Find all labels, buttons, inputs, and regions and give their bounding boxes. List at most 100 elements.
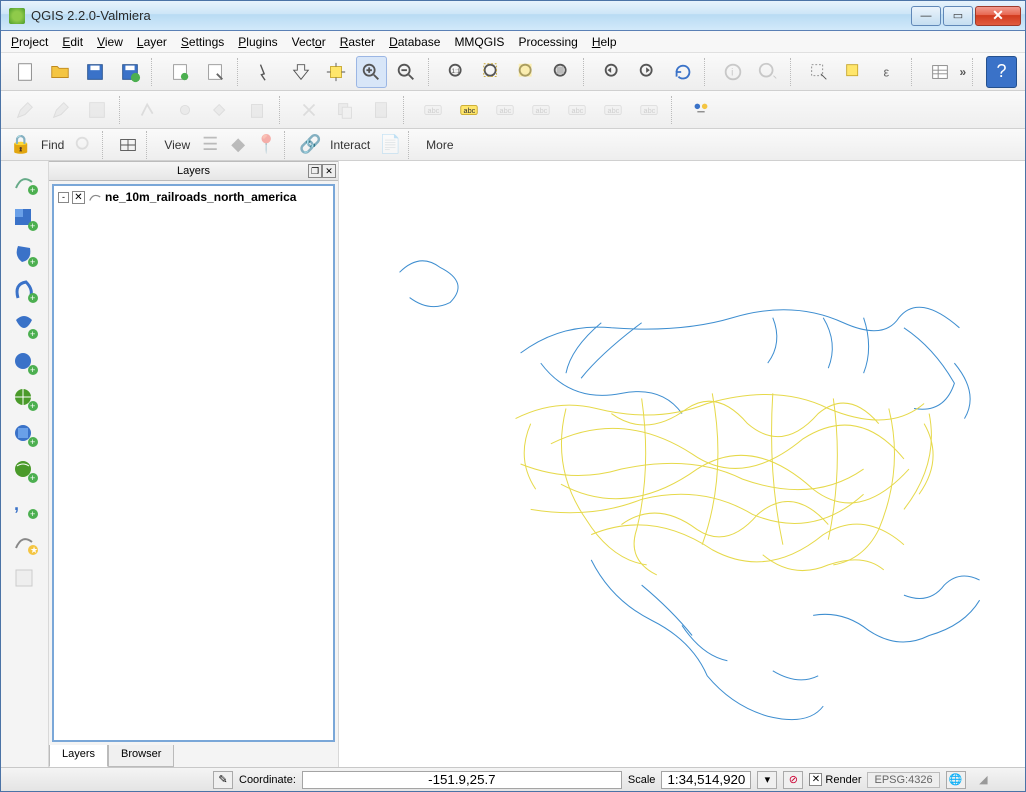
menu-raster[interactable]: Raster bbox=[340, 35, 375, 49]
find-zoom-button[interactable] bbox=[72, 133, 96, 157]
open-project-button[interactable] bbox=[44, 56, 75, 88]
add-wms-layer-button[interactable]: + bbox=[9, 383, 41, 415]
identify-tool[interactable]: i bbox=[718, 56, 749, 88]
label-3-button[interactable]: abc bbox=[525, 94, 557, 126]
maximize-button[interactable]: ▭ bbox=[943, 6, 973, 26]
label-4-button[interactable]: abc bbox=[561, 94, 593, 126]
menu-layer[interactable]: Layer bbox=[137, 35, 167, 49]
select-tool[interactable] bbox=[804, 56, 835, 88]
new-project-button[interactable] bbox=[9, 56, 40, 88]
label-5-button[interactable]: abc bbox=[597, 94, 629, 126]
layer-tree-item[interactable]: - ✕ ne_10m_railroads_north_america bbox=[58, 190, 329, 204]
link-icon[interactable]: 🔗 bbox=[298, 133, 322, 157]
tab-layers[interactable]: Layers bbox=[49, 745, 108, 767]
table-button[interactable] bbox=[116, 133, 140, 157]
add-vector-layer-button[interactable]: + bbox=[9, 167, 41, 199]
view-btn-3[interactable]: 📍 bbox=[254, 133, 278, 157]
pan-to-selection-tool[interactable] bbox=[321, 56, 352, 88]
crs-display[interactable]: EPSG:4326 bbox=[867, 772, 939, 788]
zoom-selection-tool[interactable] bbox=[511, 56, 542, 88]
current-edits-button[interactable] bbox=[45, 94, 77, 126]
edit-toggle-button[interactable] bbox=[9, 94, 41, 126]
tree-collapse-icon[interactable]: - bbox=[58, 192, 69, 203]
render-text: Render bbox=[825, 774, 861, 786]
composer-manager-button[interactable] bbox=[200, 56, 231, 88]
help-button[interactable]: ? bbox=[986, 56, 1017, 88]
render-checkbox[interactable]: ✕ bbox=[809, 773, 822, 786]
menu-help[interactable]: Help bbox=[592, 35, 617, 49]
add-oracle-layer-button[interactable]: + bbox=[9, 347, 41, 379]
paste-button[interactable] bbox=[365, 94, 397, 126]
lock-icon[interactable]: 🔒 bbox=[9, 133, 33, 157]
save-project-button[interactable] bbox=[79, 56, 110, 88]
menu-edit[interactable]: Edit bbox=[62, 35, 83, 49]
new-composer-button[interactable] bbox=[165, 56, 196, 88]
layer-tree[interactable]: - ✕ ne_10m_railroads_north_america bbox=[52, 184, 335, 742]
add-spatialite-layer-button[interactable]: + bbox=[9, 275, 41, 307]
more-label[interactable]: More bbox=[422, 138, 457, 152]
zoom-out-tool[interactable] bbox=[391, 56, 422, 88]
menu-settings[interactable]: Settings bbox=[181, 35, 224, 49]
refresh-button[interactable] bbox=[667, 56, 698, 88]
menu-processing[interactable]: Processing bbox=[518, 35, 577, 49]
toggle-extents-button[interactable]: ✎ bbox=[213, 771, 233, 789]
undock-panel-button[interactable]: ❐ bbox=[308, 164, 322, 178]
new-shapefile-button[interactable]: ★ bbox=[9, 527, 41, 559]
pan-map-tool[interactable] bbox=[286, 56, 317, 88]
view-btn-2[interactable]: ◆ bbox=[226, 133, 250, 157]
menu-view[interactable]: View bbox=[97, 35, 123, 49]
add-mssql-layer-button[interactable]: + bbox=[9, 311, 41, 343]
add-wcs-layer-button[interactable]: + bbox=[9, 419, 41, 451]
close-button[interactable]: ✕ bbox=[975, 6, 1021, 26]
minimize-button[interactable]: — bbox=[911, 6, 941, 26]
interact-btn[interactable]: 📄 bbox=[378, 133, 402, 157]
cut-button[interactable] bbox=[293, 94, 325, 126]
stop-render-button[interactable]: ⊘ bbox=[783, 771, 803, 789]
crs-button[interactable]: 🌐 bbox=[946, 771, 966, 789]
zoom-native-tool[interactable]: 1:1 bbox=[441, 56, 472, 88]
menu-mmqgis[interactable]: MMQGIS bbox=[454, 35, 504, 49]
label-2-button[interactable]: abc bbox=[489, 94, 521, 126]
mapswipe-button[interactable] bbox=[685, 94, 717, 126]
move-feature-button[interactable] bbox=[169, 94, 201, 126]
menu-vector[interactable]: Vector bbox=[292, 35, 326, 49]
zoom-last-tool[interactable] bbox=[597, 56, 628, 88]
add-feature-button[interactable] bbox=[133, 94, 165, 126]
deselect-tool[interactable] bbox=[839, 56, 870, 88]
delete-selected-button[interactable] bbox=[241, 94, 273, 126]
add-postgis-layer-button[interactable]: + bbox=[9, 239, 41, 271]
expression-select-tool[interactable]: ε bbox=[874, 56, 905, 88]
tab-browser[interactable]: Browser bbox=[108, 745, 174, 767]
add-wfs-layer-button[interactable]: + bbox=[9, 455, 41, 487]
add-csv-layer-button[interactable]: ,+ bbox=[9, 491, 41, 523]
toolbar-overflow-1[interactable]: » bbox=[960, 65, 967, 79]
identify-dropdown[interactable] bbox=[753, 56, 784, 88]
add-raster-layer-button[interactable]: + bbox=[9, 203, 41, 235]
scale-dropdown-button[interactable]: ▾ bbox=[757, 771, 777, 789]
panel-tabs: Layers Browser bbox=[49, 745, 338, 767]
node-tool-button[interactable] bbox=[205, 94, 237, 126]
copy-button[interactable] bbox=[329, 94, 361, 126]
attribute-table-button[interactable] bbox=[924, 56, 955, 88]
menu-project[interactable]: Project bbox=[11, 35, 48, 49]
label-highlight-button[interactable]: abc bbox=[453, 94, 485, 126]
pan-tool[interactable] bbox=[251, 56, 282, 88]
zoom-full-tool[interactable] bbox=[476, 56, 507, 88]
remove-layer-button[interactable] bbox=[9, 563, 41, 595]
save-as-button[interactable] bbox=[114, 56, 145, 88]
close-panel-button[interactable]: ✕ bbox=[322, 164, 336, 178]
save-edits-button[interactable] bbox=[81, 94, 113, 126]
zoom-next-tool[interactable] bbox=[632, 56, 663, 88]
menu-database[interactable]: Database bbox=[389, 35, 440, 49]
render-checkbox-label[interactable]: ✕ Render bbox=[809, 773, 861, 786]
zoom-in-tool[interactable] bbox=[356, 56, 387, 88]
coordinate-input[interactable] bbox=[302, 771, 622, 789]
label-1-button[interactable]: abc bbox=[417, 94, 449, 126]
layer-visibility-checkbox[interactable]: ✕ bbox=[72, 191, 85, 204]
menu-plugins[interactable]: Plugins bbox=[238, 35, 277, 49]
scale-input[interactable] bbox=[661, 771, 751, 789]
zoom-layer-tool[interactable] bbox=[546, 56, 577, 88]
view-btn-1[interactable]: ☰ bbox=[198, 133, 222, 157]
label-6-button[interactable]: abc bbox=[633, 94, 665, 126]
map-canvas[interactable] bbox=[339, 161, 1025, 767]
